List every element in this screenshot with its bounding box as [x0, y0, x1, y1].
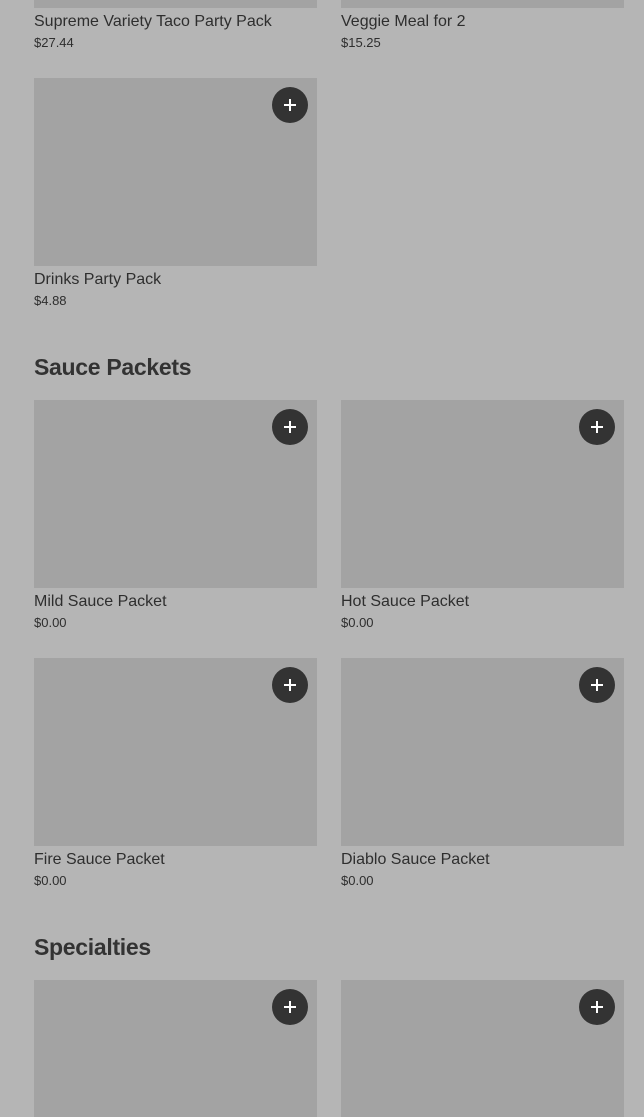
menu-item-card[interactable] [34, 980, 317, 1117]
item-image[interactable] [341, 658, 624, 846]
item-name: Hot Sauce Packet [341, 593, 470, 610]
menu-item-card[interactable]: Hot Sauce Packet $0.00 [341, 400, 624, 632]
item-image[interactable] [341, 400, 624, 588]
item-price: $4.88 [34, 293, 67, 308]
item-name: Supreme Variety Taco Party Pack [34, 13, 272, 30]
item-name: Mild Sauce Packet [34, 593, 167, 610]
menu-item-card[interactable]: Drinks Party Pack $4.88 [34, 78, 317, 310]
menu-item-card[interactable] [341, 980, 624, 1117]
item-image[interactable] [34, 980, 317, 1117]
section-title-specialties: Specialties [34, 934, 151, 960]
item-image[interactable] [34, 78, 317, 266]
plus-icon [284, 679, 296, 691]
item-price: $0.00 [34, 873, 67, 888]
item-name: Fire Sauce Packet [34, 851, 165, 868]
menu-item-card[interactable]: Mild Sauce Packet $0.00 [34, 400, 317, 632]
add-to-cart-button[interactable] [579, 409, 615, 445]
add-to-cart-button[interactable] [272, 989, 308, 1025]
menu-item-card[interactable]: Veggie Meal for 2 $15.25 [341, 0, 624, 52]
item-name: Diablo Sauce Packet [341, 851, 490, 868]
item-price: $0.00 [341, 615, 374, 630]
plus-icon [591, 679, 603, 691]
item-image[interactable] [34, 0, 317, 8]
plus-icon [591, 421, 603, 433]
add-to-cart-button[interactable] [272, 409, 308, 445]
section-title-sauce-packets: Sauce Packets [34, 354, 192, 380]
item-price: $0.00 [34, 615, 67, 630]
menu-page: Supreme Variety Taco Party Pack $27.44 V… [0, 0, 644, 1117]
add-to-cart-button[interactable] [272, 87, 308, 123]
menu-item-card[interactable]: Fire Sauce Packet $0.00 [34, 658, 317, 890]
item-image[interactable] [341, 980, 624, 1117]
add-to-cart-button[interactable] [272, 667, 308, 703]
item-price: $0.00 [341, 873, 374, 888]
add-to-cart-button[interactable] [579, 989, 615, 1025]
add-to-cart-button[interactable] [579, 667, 615, 703]
plus-icon [591, 1001, 603, 1013]
plus-icon [284, 1001, 296, 1013]
item-name: Drinks Party Pack [34, 271, 162, 288]
plus-icon [284, 99, 296, 111]
item-image[interactable] [34, 400, 317, 588]
plus-icon [284, 421, 296, 433]
menu-item-card[interactable]: Supreme Variety Taco Party Pack $27.44 [34, 0, 317, 52]
item-name: Veggie Meal for 2 [341, 13, 466, 30]
item-image[interactable] [341, 0, 624, 8]
menu-item-card[interactable]: Diablo Sauce Packet $0.00 [341, 658, 624, 890]
item-image[interactable] [34, 658, 317, 846]
item-price: $15.25 [341, 35, 381, 50]
item-price: $27.44 [34, 35, 74, 50]
